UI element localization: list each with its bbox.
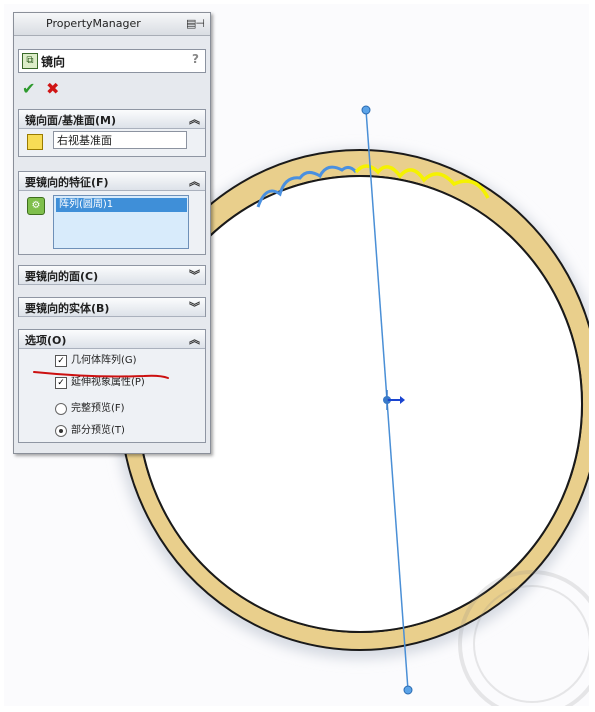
option-label: 部分预览(T) — [71, 425, 125, 436]
section-bodies: 要镜向的实体(B) ︾ — [18, 297, 206, 317]
panel-titlebar[interactable]: PropertyManager ▤⊣ — [14, 13, 210, 36]
plane-handle-bottom[interactable] — [403, 685, 413, 695]
features-list[interactable]: 阵列(圆周)1 — [53, 195, 189, 249]
plane-icon — [27, 134, 43, 150]
option-label: 延伸视象属性(P) — [71, 377, 145, 388]
feature-select-icon: ⚙ — [27, 197, 45, 215]
section-label: 要镜向的面(C) — [25, 270, 99, 283]
section-faces: 要镜向的面(C) ︾ — [18, 265, 206, 285]
collapse-chevron-icon[interactable]: ︽ — [189, 331, 200, 347]
graphics-area[interactable]: PropertyManager ▤⊣ ⧉ 镜向 ? ✔ ✖ 镜向面/基准面(M)… — [4, 4, 589, 706]
section-options: 选项(O) ︽ ✓ 几何体阵列(G) ✓ 延伸视象属性(P) 完整预览(F) 部… — [18, 329, 206, 443]
section-label: 镜向面/基准面(M) — [25, 114, 117, 127]
section-label: 选项(O) — [25, 334, 67, 347]
feature-title: 镜向 — [41, 55, 66, 69]
checkbox-checked-icon[interactable]: ✓ — [55, 355, 67, 367]
radio-selected-icon[interactable] — [55, 425, 67, 437]
expand-chevron-icon[interactable]: ︾ — [189, 299, 200, 315]
checkbox-checked-icon[interactable]: ✓ — [55, 377, 67, 389]
help-icon[interactable]: ? — [192, 52, 199, 66]
section-mirror-plane: 镜向面/基准面(M) ︽ 右视基准面 — [18, 109, 206, 157]
screenshot-frame: PropertyManager ▤⊣ ⧉ 镜向 ? ✔ ✖ 镜向面/基准面(M)… — [0, 0, 595, 712]
section-label: 要镜向的特征(F) — [25, 176, 109, 189]
section-features: 要镜向的特征(F) ︽ ⚙ 阵列(圆周)1 — [18, 171, 206, 255]
mirror-plane-field[interactable]: 右视基准面 — [53, 131, 187, 149]
section-mirror-plane-header[interactable]: 镜向面/基准面(M) ︽ — [19, 110, 205, 129]
pin-icon[interactable]: ▤⊣ — [186, 17, 205, 30]
section-features-header[interactable]: 要镜向的特征(F) ︽ — [19, 172, 205, 191]
section-label: 要镜向的实体(B) — [25, 302, 110, 315]
list-item[interactable]: 阵列(圆周)1 — [56, 198, 187, 212]
section-options-header[interactable]: 选项(O) ︽ — [19, 330, 205, 349]
plane-handle-top[interactable] — [361, 105, 371, 115]
collapse-chevron-icon[interactable]: ︽ — [189, 111, 200, 127]
section-bodies-header[interactable]: 要镜向的实体(B) ︾ — [19, 298, 205, 317]
section-faces-header[interactable]: 要镜向的面(C) ︾ — [19, 266, 205, 285]
mirror-feature-icon: ⧉ — [22, 53, 38, 69]
ok-button[interactable]: ✔ — [22, 79, 35, 98]
collapse-chevron-icon[interactable]: ︽ — [189, 173, 200, 189]
panel-title: PropertyManager — [46, 17, 141, 30]
property-manager-panel: PropertyManager ▤⊣ ⧉ 镜向 ? ✔ ✖ 镜向面/基准面(M)… — [13, 12, 211, 454]
expand-chevron-icon[interactable]: ︾ — [189, 267, 200, 283]
option-label: 几何体阵列(G) — [71, 355, 137, 366]
radio-unselected-icon[interactable] — [55, 403, 67, 415]
feature-header: ⧉ 镜向 ? — [18, 49, 206, 73]
option-label: 完整预览(F) — [71, 403, 125, 414]
cancel-button[interactable]: ✖ — [46, 79, 59, 98]
